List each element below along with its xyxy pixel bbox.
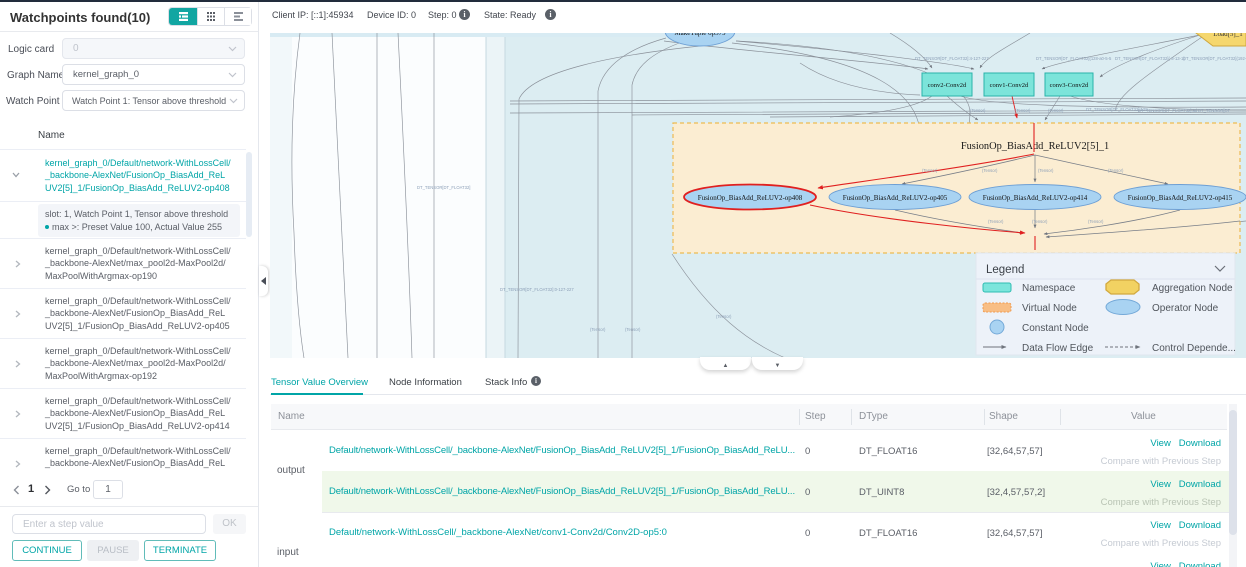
svg-text:(Tensor): (Tensor)	[1032, 219, 1048, 224]
svg-text:DT_TENSOR[DT_FLOAT32]:0-127-22: DT_TENSOR[DT_FLOAT32]:0-127-227	[500, 287, 574, 292]
svg-text:FusionOp_BiasAdd_ReLUV2-op415: FusionOp_BiasAdd_ReLUV2-op415	[1128, 194, 1233, 202]
svg-text:Operator Node: Operator Node	[1152, 303, 1219, 314]
svg-text:(Tensor): (Tensor)	[590, 327, 606, 332]
svg-text:Aggregation Node: Aggregation Node	[1152, 283, 1233, 294]
svg-text:DT_TENSOR[DT_FLOAT32]:4-127-22: DT_TENSOR[DT_FLOAT32]:4-127-227	[915, 56, 989, 61]
svg-text:conv3-Conv2d: conv3-Conv2d	[1050, 82, 1089, 89]
svg-text:(Tensor): (Tensor)	[988, 219, 1004, 224]
svg-text:(Tensor): (Tensor)	[1038, 168, 1054, 173]
svg-text:Namespace: Namespace	[1022, 283, 1076, 294]
svg-text:Virtual Node: Virtual Node	[1022, 303, 1077, 314]
svg-text:(Tensor): (Tensor)	[716, 314, 732, 319]
svg-text:Control Depende...: Control Depende...	[1152, 343, 1236, 354]
svg-text:(Tensor): (Tensor)	[1108, 168, 1124, 173]
svg-text:Legend: Legend	[986, 264, 1024, 276]
svg-text:DT_TENSOR[DT_FLOAT32]: DT_TENSOR[DT_FLOAT32]	[417, 185, 470, 190]
svg-text:conv1-Conv2d: conv1-Conv2d	[990, 82, 1029, 89]
svg-text:Data Flow Edge: Data Flow Edge	[1022, 343, 1094, 354]
svg-text:(Tensor): (Tensor)	[1015, 108, 1031, 113]
svg-text:(Tensor): (Tensor)	[982, 168, 998, 173]
svg-text:DT_TENSOR[DT: DT_TENSOR[DT	[1198, 108, 1231, 113]
svg-text:DT_TENSOR[DT_FLOAT32](-3-13-1]: DT_TENSOR[DT_FLOAT32](-3-13-1]	[1115, 56, 1185, 61]
svg-text:DT_TENSOR[DT_FLOAT32]:ad: DT_TENSOR[DT_FLOAT32]:ad	[1138, 108, 1198, 113]
svg-text:FusionOp_BiasAdd_ReLUV2[5]_1: FusionOp_BiasAdd_ReLUV2[5]_1	[961, 141, 1109, 152]
svg-text:FusionOp_BiasAdd_ReLUV2-op405: FusionOp_BiasAdd_ReLUV2-op405	[843, 194, 948, 202]
svg-text:(Tensor): (Tensor)	[1048, 108, 1064, 113]
svg-text:FusionOp_BiasAdd_ReLUV2-op414: FusionOp_BiasAdd_ReLUV2-op414	[983, 194, 1088, 202]
svg-text:conv2-Conv2d: conv2-Conv2d	[928, 82, 967, 89]
svg-text:(Tensor): (Tensor)	[970, 108, 986, 113]
svg-text:Load[5]_1: Load[5]_1	[1213, 33, 1243, 38]
svg-text:Constant Node: Constant Node	[1022, 323, 1089, 334]
svg-text:DT_TENSOR[DT_FLOAT32](192-12: DT_TENSOR[DT_FLOAT32](192-12	[1183, 56, 1246, 61]
svg-text:FusionOp_BiasAdd_ReLUV2-op408: FusionOp_BiasAdd_ReLUV2-op408	[698, 194, 803, 202]
svg-text:DT_TENSOR[DT_FLOAT32](128-a0-5: DT_TENSOR[DT_FLOAT32](128-a0-5-5	[1036, 56, 1112, 61]
svg-text:MakeTuple op579: MakeTuple op579	[674, 33, 726, 37]
svg-text:(Tensor): (Tensor)	[922, 168, 938, 173]
svg-text:(Tensor): (Tensor)	[625, 327, 641, 332]
svg-text:(Tensor): (Tensor)	[1088, 219, 1104, 224]
